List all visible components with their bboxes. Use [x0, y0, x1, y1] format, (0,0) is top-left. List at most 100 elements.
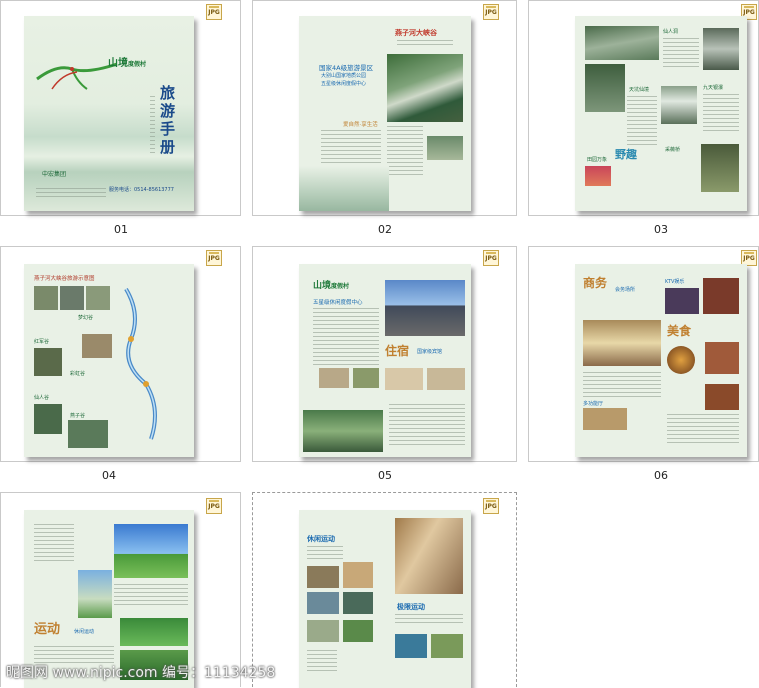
- spot-label: 采薇桥: [665, 147, 681, 153]
- thumbnail-image-03[interactable]: 仙人洞 天坑仙境 九天银瀑 野趣 田园万象 采薇桥: [575, 16, 747, 211]
- food-title: 美食: [667, 324, 692, 338]
- ktv-label: KTV娱乐: [665, 279, 685, 285]
- canyon-photo: [585, 26, 659, 60]
- hotel-photo: [385, 280, 465, 336]
- section-title: 野趣: [615, 148, 637, 161]
- sport-photo: [343, 562, 373, 588]
- court-photo: [120, 618, 188, 646]
- golf-photo: [114, 524, 188, 578]
- sport-photo: [307, 592, 339, 614]
- slogan-text: [397, 40, 453, 48]
- jpg-file-icon: JPG: [206, 4, 222, 20]
- extreme-title: 极限运动: [397, 603, 425, 611]
- spot-photo: [34, 404, 62, 434]
- jpg-file-icon: JPG: [206, 250, 222, 266]
- room-photo: [385, 368, 423, 390]
- thumbnail-cell-06[interactable]: JPG 商务 会务场所 KTV娱乐 美食 多功能厅 06: [528, 246, 759, 482]
- thumbnail-cell-08[interactable]: JPG 休闲运动 极限运动: [252, 492, 517, 688]
- section-sub: 田园万象: [587, 157, 608, 163]
- business-sub: 会务场所: [615, 287, 636, 293]
- group-logo: 中宏集团: [42, 171, 67, 178]
- sport-photo: [431, 634, 463, 658]
- waterfall-photo: [703, 28, 739, 70]
- thumbnail-caption: 03: [654, 223, 668, 236]
- thumbnail-image-02[interactable]: 燕子河大峡谷 国家4A级旅游景区 大别山国家地质公园 五星级休闲度假中心 爱自然…: [299, 16, 471, 211]
- thumbnail-image-05[interactable]: 山境度假村 五星级休闲度假中心 住宿 国家级宾馆: [299, 264, 471, 457]
- valley-label: 仙人谷: [34, 395, 50, 401]
- tagline: 爱自然·享生活: [343, 122, 378, 128]
- spot-photo: [34, 348, 62, 376]
- sport-photo: [307, 620, 339, 642]
- footer-text: [36, 188, 106, 198]
- spot-photo: [68, 420, 108, 448]
- resort-tagline: 五星级休闲度假中心: [313, 300, 363, 306]
- valley-label: 燕子谷: [70, 413, 86, 419]
- village-photo: [427, 136, 463, 160]
- thumbnail-cell-03[interactable]: JPG 仙人洞 天坑仙境 九天银瀑 野趣 田园万象 采薇桥 03: [528, 0, 759, 236]
- dish-photo: [705, 384, 739, 410]
- sports-title: 运动: [34, 622, 61, 637]
- valley-label: 红军谷: [34, 339, 50, 345]
- thumbnail-cell-04[interactable]: JPG 燕子河大峡谷旅游示意图 梦幻谷 红军谷 仙人谷 彩虹谷 燕子谷 04: [0, 246, 241, 482]
- thumbnail-cell-07[interactable]: JPG 运动 休闲运动: [0, 492, 241, 688]
- room-photo: [353, 368, 379, 388]
- thumbnail-cell-05[interactable]: JPG 山境度假村 五星级休闲度假中心 住宿 国家级宾馆 05: [252, 246, 517, 482]
- brochure-title: 旅游手册: [160, 84, 176, 156]
- sport-photo: [343, 620, 373, 642]
- spot-label: 天坑仙境: [629, 87, 650, 93]
- body-text: [387, 126, 423, 176]
- room-photo: [583, 408, 627, 430]
- sport-photo: [395, 634, 427, 658]
- body-text: [307, 546, 343, 560]
- ktv-photo: [665, 288, 699, 314]
- business-title: 商务: [583, 276, 608, 290]
- thumbnail-caption: 02: [378, 223, 392, 236]
- thumbnail-cell-02[interactable]: JPG 燕子河大峡谷 国家4A级旅游景区 大别山国家地质公园 五星级休闲度假中心…: [252, 0, 517, 236]
- spot-photo: [60, 286, 84, 310]
- jpg-file-icon: JPG: [483, 4, 499, 20]
- fall-photo: [661, 86, 697, 124]
- body-text: [583, 372, 661, 398]
- thumbnail-image-06[interactable]: 商务 会务场所 KTV娱乐 美食 多功能厅: [575, 264, 747, 457]
- thumbnail-image-04[interactable]: 燕子河大峡谷旅游示意图 梦幻谷 红军谷 仙人谷 彩虹谷 燕子谷: [24, 264, 194, 457]
- route-map: [36, 62, 118, 90]
- valley-label: 梦幻谷: [78, 315, 94, 321]
- jpg-file-icon: JPG: [206, 498, 222, 514]
- dish-photo: [667, 346, 695, 374]
- thumbnail-image-08[interactable]: 休闲运动 极限运动: [299, 510, 471, 688]
- thumbnail-image-01[interactable]: 山境度假村 旅游手册 中宏集团 服务电话：0514-85613777: [24, 16, 194, 211]
- thumbnail-caption: 01: [114, 223, 128, 236]
- mist-landscape: [299, 166, 389, 211]
- body-text: [313, 308, 379, 368]
- valley-label: 彩虹谷: [70, 371, 86, 377]
- thumbnail-cell-01[interactable]: JPG 山境度假村 旅游手册 中宏集团 服务电话：0514-85613777 0…: [0, 0, 241, 236]
- scenic-logo: 燕子河大峡谷: [395, 29, 437, 37]
- room-photo: [319, 368, 349, 388]
- resort-logo: 山境度假村: [313, 281, 350, 291]
- meeting-hall-photo: [583, 320, 661, 366]
- body-text: [307, 650, 337, 674]
- sports-sub: 休闲运动: [74, 629, 95, 635]
- jpg-file-icon: JPG: [483, 250, 499, 266]
- ktv-photo: [703, 278, 739, 314]
- jpg-file-icon: JPG: [483, 498, 499, 514]
- spot-text: [663, 38, 699, 68]
- sport-photo: [343, 592, 373, 614]
- tree-photo: [701, 144, 739, 192]
- leisure-title: 休闲运动: [307, 535, 335, 543]
- body-text: [395, 614, 463, 626]
- spot-text: [703, 94, 739, 134]
- body-text: [34, 524, 74, 564]
- waterfall-photo: [387, 54, 463, 122]
- intro-text: [321, 130, 381, 170]
- sport-photo: [307, 566, 339, 588]
- climbing-photo: [395, 518, 463, 594]
- aerial-photo: [303, 410, 383, 452]
- rating-line-1: 国家4A级旅游景区: [319, 64, 374, 72]
- trail-map: [124, 287, 157, 440]
- spot-photo: [82, 334, 112, 358]
- watermark-text: 昵图网 www.nipic.com 编号：11134258: [6, 665, 276, 681]
- map-header: 燕子河大峡谷旅游示意图: [34, 276, 95, 282]
- golfer-photo: [78, 570, 112, 618]
- rating-line-2: 大别山国家地质公园: [321, 73, 367, 79]
